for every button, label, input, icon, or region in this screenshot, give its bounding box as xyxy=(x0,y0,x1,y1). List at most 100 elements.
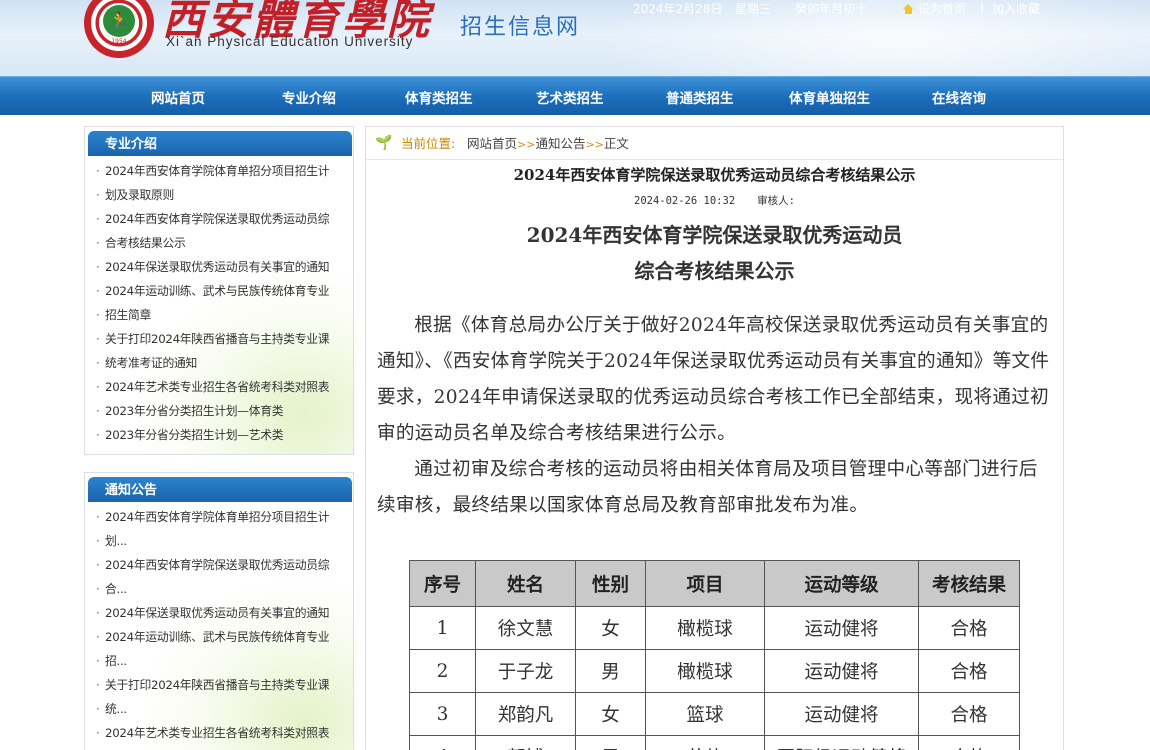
article-paragraph: 通过初审及综合考核的运动员将由相关体育局及项目管理中心等部门进行后续审核，最终结… xyxy=(377,459,1038,516)
column-header: 运动等级 xyxy=(764,560,919,607)
list-item[interactable]: 2024年运动训练、武术与民族传统体育专业 xyxy=(96,625,350,649)
list-item[interactable]: 招生简章 xyxy=(96,303,350,327)
column-header: 性别 xyxy=(575,560,646,607)
runner-icon: 🏃 xyxy=(103,5,135,37)
site-name: 招生信息网 xyxy=(460,15,581,40)
set-homepage-link[interactable]: 设为首页 xyxy=(903,0,966,17)
table-cell: 橄榄球 xyxy=(645,649,765,693)
main-nav: 网站首页 专业介绍 体育类招生 艺术类招生 普通类招生 体育单独招生 在线咨询 xyxy=(0,76,1150,115)
list-item[interactable]: 划... xyxy=(96,529,350,553)
current-weekday: 星期三 xyxy=(735,2,772,16)
list-item[interactable]: 2024年运动训练、武术与民族传统体育专业 xyxy=(96,279,350,303)
list-item[interactable]: 合考核结果公示 xyxy=(96,231,350,255)
column-header: 序号 xyxy=(409,560,476,607)
list-item[interactable]: 划及录取原则 xyxy=(96,183,350,207)
table-cell: 橄榄球 xyxy=(645,606,765,650)
list-item[interactable]: 2023年分省分类招生计划—体育类 xyxy=(96,399,350,423)
table-cell: 国际级运动健将 xyxy=(764,735,919,750)
list-item[interactable]: 统... xyxy=(96,697,350,721)
breadcrumb-links: 网站首页>>通知公告>>正文 xyxy=(467,127,629,161)
nav-item-online-consult[interactable]: 在线咨询 xyxy=(932,77,986,116)
breadcrumb-label: 当前位置: xyxy=(401,136,456,151)
table-cell: 运动健将 xyxy=(764,649,919,693)
set-homepage-label: 设为首页 xyxy=(918,2,967,16)
list-item[interactable]: 2024年西安体育学院体育单招分项目招生计 xyxy=(96,159,350,183)
table-row: 3 郑韵凡 女 篮球 运动健将 合格 xyxy=(409,692,1020,736)
table-cell: 运动健将 xyxy=(764,692,919,736)
header-separator: | xyxy=(980,0,985,14)
document-heading-line2: 综合考核结果公示 xyxy=(634,259,795,283)
table-row: 2 于子龙 男 橄榄球 运动健将 合格 xyxy=(409,649,1020,693)
table-cell: 3 xyxy=(409,692,476,736)
list-item[interactable]: 2024年艺术类专业招生各省统考科类对照表 xyxy=(96,375,350,399)
table-cell: 徐文慧 xyxy=(475,606,576,650)
table-cell: 于子龙 xyxy=(475,649,576,693)
table-cell: 合格 xyxy=(918,649,1020,693)
list-item[interactable]: 关于打印2024年陕西省播音与主持类专业课 xyxy=(96,327,350,351)
table-cell: 2 xyxy=(409,649,476,693)
list-item[interactable]: 合... xyxy=(96,577,350,601)
breadcrumb-current: 正文 xyxy=(603,136,629,151)
table-cell: 艺体 xyxy=(645,735,765,750)
sidebar-notices-box: 通知公告 2024年西安体育学院体育单招分项目招生计 划... 2024年西安体… xyxy=(84,472,354,750)
nav-item-general-admission[interactable]: 普通类招生 xyxy=(666,77,734,116)
table-row: 4 郭博 男 艺体 国际级运动健将 合格 xyxy=(409,735,1020,750)
site-header: 🏃 1954 西安體育學院 Xi`an Physical Education U… xyxy=(0,0,1150,76)
breadcrumb-arrow-icon: >> xyxy=(585,138,604,151)
seal-year: 1954 xyxy=(111,38,127,45)
add-favorite-link[interactable]: 加入收藏 xyxy=(992,0,1040,17)
article-paragraph: 根据《体育总局办公厅关于做好2024年高校保送录取优秀运动员有关事宜的通知》、《… xyxy=(377,315,1050,444)
nav-item-home[interactable]: 网站首页 xyxy=(151,77,205,116)
table-cell: 篮球 xyxy=(645,692,765,736)
column-header: 考核结果 xyxy=(918,560,1020,607)
sidebar-notices-list: 2024年西安体育学院体育单招分项目招生计 划... 2024年西安体育学院保送… xyxy=(96,505,350,745)
nav-item-art-admission[interactable]: 艺术类招生 xyxy=(536,77,604,116)
table-row: 1 徐文慧 女 橄榄球 运动健将 合格 xyxy=(409,606,1020,650)
breadcrumb-section-link[interactable]: 通知公告 xyxy=(535,136,585,151)
article-panel: 🌱 当前位置: 网站首页>>通知公告>>正文 2024年西安体育学院保送录取优秀… xyxy=(365,126,1064,750)
breadcrumb-arrow-icon: >> xyxy=(517,138,536,151)
sidebar-majors-box: 专业介绍 2024年西安体育学院体育单招分项目招生计 划及录取原则 2024年西… xyxy=(84,126,354,455)
table-cell: 女 xyxy=(575,606,646,650)
list-item[interactable]: 招... xyxy=(96,649,350,673)
breadcrumb-home-link[interactable]: 网站首页 xyxy=(467,136,517,151)
list-item[interactable]: 2024年西安体育学院体育单招分项目招生计 xyxy=(96,505,350,529)
table-cell: 女 xyxy=(575,692,646,736)
table-cell: 男 xyxy=(575,649,646,693)
current-date: 2024年2月28日 xyxy=(633,2,723,16)
table-cell: 郭博 xyxy=(475,735,576,750)
table-cell: 合格 xyxy=(918,692,1020,736)
nav-item-majors[interactable]: 专业介绍 xyxy=(282,77,336,116)
list-item[interactable]: 2024年保送录取优秀运动员有关事宜的通知 xyxy=(96,255,350,279)
list-item[interactable]: 2024年保送录取优秀运动员有关事宜的通知 xyxy=(96,601,350,625)
table-cell: 4 xyxy=(409,735,476,750)
article-title: 2024年西安体育学院保送录取优秀运动员综合考核结果公示 xyxy=(513,166,916,184)
sidebar-notices-title[interactable]: 通知公告 xyxy=(88,477,352,502)
university-name-en: Xi`an Physical Education University xyxy=(166,34,414,49)
nav-item-single-sports-admission[interactable]: 体育单独招生 xyxy=(789,77,870,116)
list-item[interactable]: 2024年艺术类专业招生各省统考科类对照表 xyxy=(96,721,350,745)
lunar-date: 癸卯年月初十 xyxy=(795,2,868,16)
table-cell: 1 xyxy=(409,606,476,650)
nav-item-sports-admission[interactable]: 体育类招生 xyxy=(405,77,473,116)
table-header-row: 序号 姓名 性别 项目 运动等级 考核结果 xyxy=(409,560,1020,607)
table-cell: 合格 xyxy=(918,606,1020,650)
table-cell: 合格 xyxy=(918,735,1020,750)
list-item[interactable]: 2024年西安体育学院保送录取优秀运动员综 xyxy=(96,207,350,231)
university-seal-logo[interactable]: 🏃 1954 xyxy=(84,0,154,58)
table-cell: 郑韵凡 xyxy=(475,692,576,736)
breadcrumb: 🌱 当前位置: 网站首页>>通知公告>>正文 xyxy=(366,127,1063,160)
list-item[interactable]: 2023年分省分类招生计划—艺术类 xyxy=(96,423,350,447)
sprout-icon: 🌱 xyxy=(375,135,393,151)
table-cell: 男 xyxy=(575,735,646,750)
table-cell: 运动健将 xyxy=(764,606,919,650)
results-table: 序号 姓名 性别 项目 运动等级 考核结果 1 徐文慧 女 橄榄球 运动健将 合… xyxy=(409,560,1020,750)
list-item[interactable]: 2024年西安体育学院保送录取优秀运动员综 xyxy=(96,553,350,577)
list-item[interactable]: 统考准考证的通知 xyxy=(96,351,350,375)
sidebar-majors-list: 2024年西安体育学院体育单招分项目招生计 划及录取原则 2024年西安体育学院… xyxy=(96,159,350,447)
sidebar-majors-title[interactable]: 专业介绍 xyxy=(88,131,352,156)
home-icon xyxy=(903,3,914,14)
article-meta: 2024-02-26 10:32 审核人: xyxy=(366,193,1063,208)
document-heading-line1: 2024年西安体育学院保送录取优秀运动员 xyxy=(526,223,903,247)
list-item[interactable]: 关于打印2024年陕西省播音与主持类专业课 xyxy=(96,673,350,697)
